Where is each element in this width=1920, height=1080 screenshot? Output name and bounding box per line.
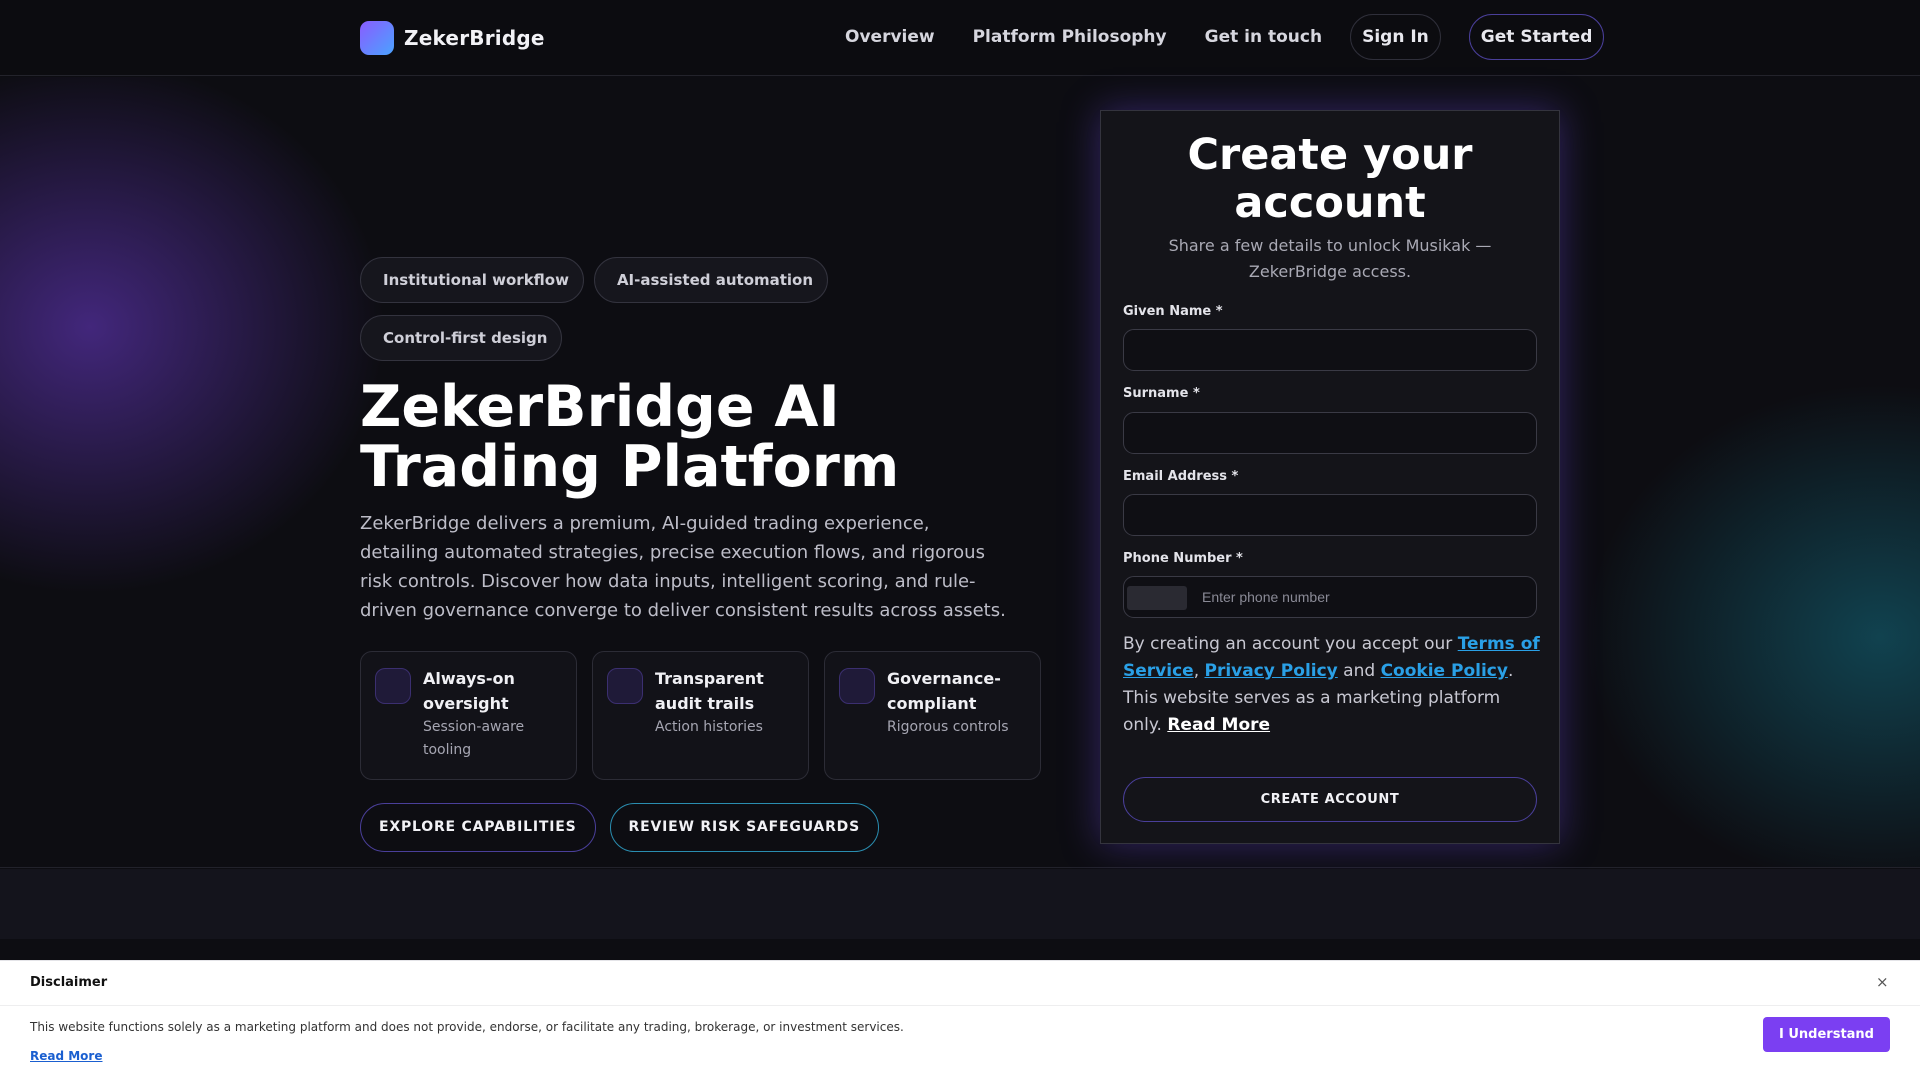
- feature-square-icon: [375, 668, 411, 704]
- given-name-label: Given Name *: [1123, 304, 1223, 319]
- get-started-button[interactable]: Get Started: [1468, 14, 1605, 60]
- chip-label: Institutional workflow: [383, 271, 569, 289]
- feature-square-icon: [607, 668, 643, 704]
- given-name-field[interactable]: [1123, 329, 1537, 371]
- phone-label: Phone Number *: [1123, 551, 1243, 566]
- email-label: Email Address *: [1123, 469, 1239, 484]
- hero-ctas: EXPLORE CAPABILITIES REVIEW RISK SAFEGUA…: [360, 803, 893, 852]
- brand[interactable]: ZekerBridge: [360, 21, 545, 55]
- chip-ai-assisted-automation: AI-assisted automation: [593, 257, 829, 303]
- consent-text: By creating an account you accept our Te…: [1123, 631, 1541, 739]
- disclaimer-banner: Disclaimer × This website functions sole…: [0, 960, 1920, 1080]
- nav-get-in-touch[interactable]: Get in touch: [1205, 14, 1322, 60]
- surname-field[interactable]: [1123, 412, 1537, 454]
- create-account-button[interactable]: CREATE ACCOUNT: [1123, 777, 1537, 822]
- consent-separator: and: [1337, 661, 1381, 681]
- sign-in-button[interactable]: Sign In: [1350, 14, 1441, 60]
- cookie-policy-link[interactable]: Cookie Policy: [1381, 661, 1508, 681]
- form-subtitle: Share a few details to unlock Musikak — …: [1168, 236, 1492, 281]
- chip-label: AI-assisted automation: [616, 271, 814, 289]
- brand-name: ZekerBridge: [404, 26, 545, 50]
- disclaimer-title: Disclaimer: [30, 975, 108, 990]
- close-icon[interactable]: ×: [1876, 973, 1889, 991]
- nav-platform-philosophy[interactable]: Platform Philosophy: [973, 14, 1167, 60]
- consent-separator: ,: [1193, 661, 1205, 681]
- review-risk-safeguards-button[interactable]: REVIEW RISK SAFEGUARDS: [609, 803, 879, 852]
- privacy-policy-link[interactable]: Privacy Policy: [1205, 661, 1338, 681]
- hero-section: Institutional workflow AI-assisted autom…: [0, 77, 1920, 868]
- email-field[interactable]: [1123, 494, 1537, 536]
- consent-prefix: By creating an account you accept our: [1123, 634, 1458, 654]
- phone-input[interactable]: [1202, 577, 1522, 617]
- feature-subtitle: Session-aware tooling: [423, 719, 525, 758]
- chip-control-first-design: Control-first design: [360, 315, 563, 361]
- form-title: Create your account: [1187, 130, 1473, 228]
- nav-overview[interactable]: Overview: [845, 14, 935, 60]
- disclaimer-read-more-link[interactable]: Read More: [30, 1049, 103, 1063]
- feature-card-oversight: Always-on oversight Session-aware toolin…: [360, 651, 577, 780]
- signup-card: Create your account Share a few details …: [1100, 110, 1560, 844]
- feature-cards: Always-on oversight Session-aware toolin…: [360, 651, 1056, 780]
- chip-label: Control-first design: [383, 329, 548, 347]
- surname-label: Surname *: [1123, 386, 1200, 401]
- feature-title: Always-on oversight: [423, 669, 515, 713]
- i-understand-button[interactable]: I Understand: [1763, 1017, 1890, 1052]
- explore-capabilities-button[interactable]: EXPLORE CAPABILITIES: [360, 803, 596, 852]
- read-more-link[interactable]: Read More: [1167, 715, 1270, 735]
- phone-field: [1123, 576, 1537, 618]
- hero-description: ZekerBridge delivers a premium, AI-guide…: [360, 513, 1006, 621]
- brand-logo-icon: [360, 21, 394, 55]
- feature-title: Transparent audit trails: [655, 669, 764, 713]
- feature-title: Governance-compliant: [887, 669, 1001, 713]
- hero-chips: Institutional workflow AI-assisted autom…: [360, 257, 860, 373]
- country-code-selector[interactable]: [1127, 586, 1187, 610]
- feature-card-governance: Governance-compliant Rigorous controls: [824, 651, 1041, 780]
- feature-subtitle: Rigorous controls: [887, 719, 1009, 735]
- hero-title: ZekerBridge AI Trading Platform: [360, 374, 900, 500]
- feature-subtitle: Action histories: [655, 719, 763, 735]
- main-nav: Overview Platform Philosophy Get in touc…: [845, 14, 1605, 60]
- disclaimer-divider: [0, 1005, 1920, 1006]
- chip-institutional-workflow: Institutional workflow: [360, 257, 584, 303]
- feature-card-audit-trails: Transparent audit trails Action historie…: [592, 651, 809, 780]
- site-header: ZekerBridge Overview Platform Philosophy…: [0, 0, 1920, 76]
- disclaimer-text: This website functions solely as a marke…: [30, 1020, 904, 1034]
- feature-square-icon: [839, 668, 875, 704]
- section-divider: [0, 869, 1920, 939]
